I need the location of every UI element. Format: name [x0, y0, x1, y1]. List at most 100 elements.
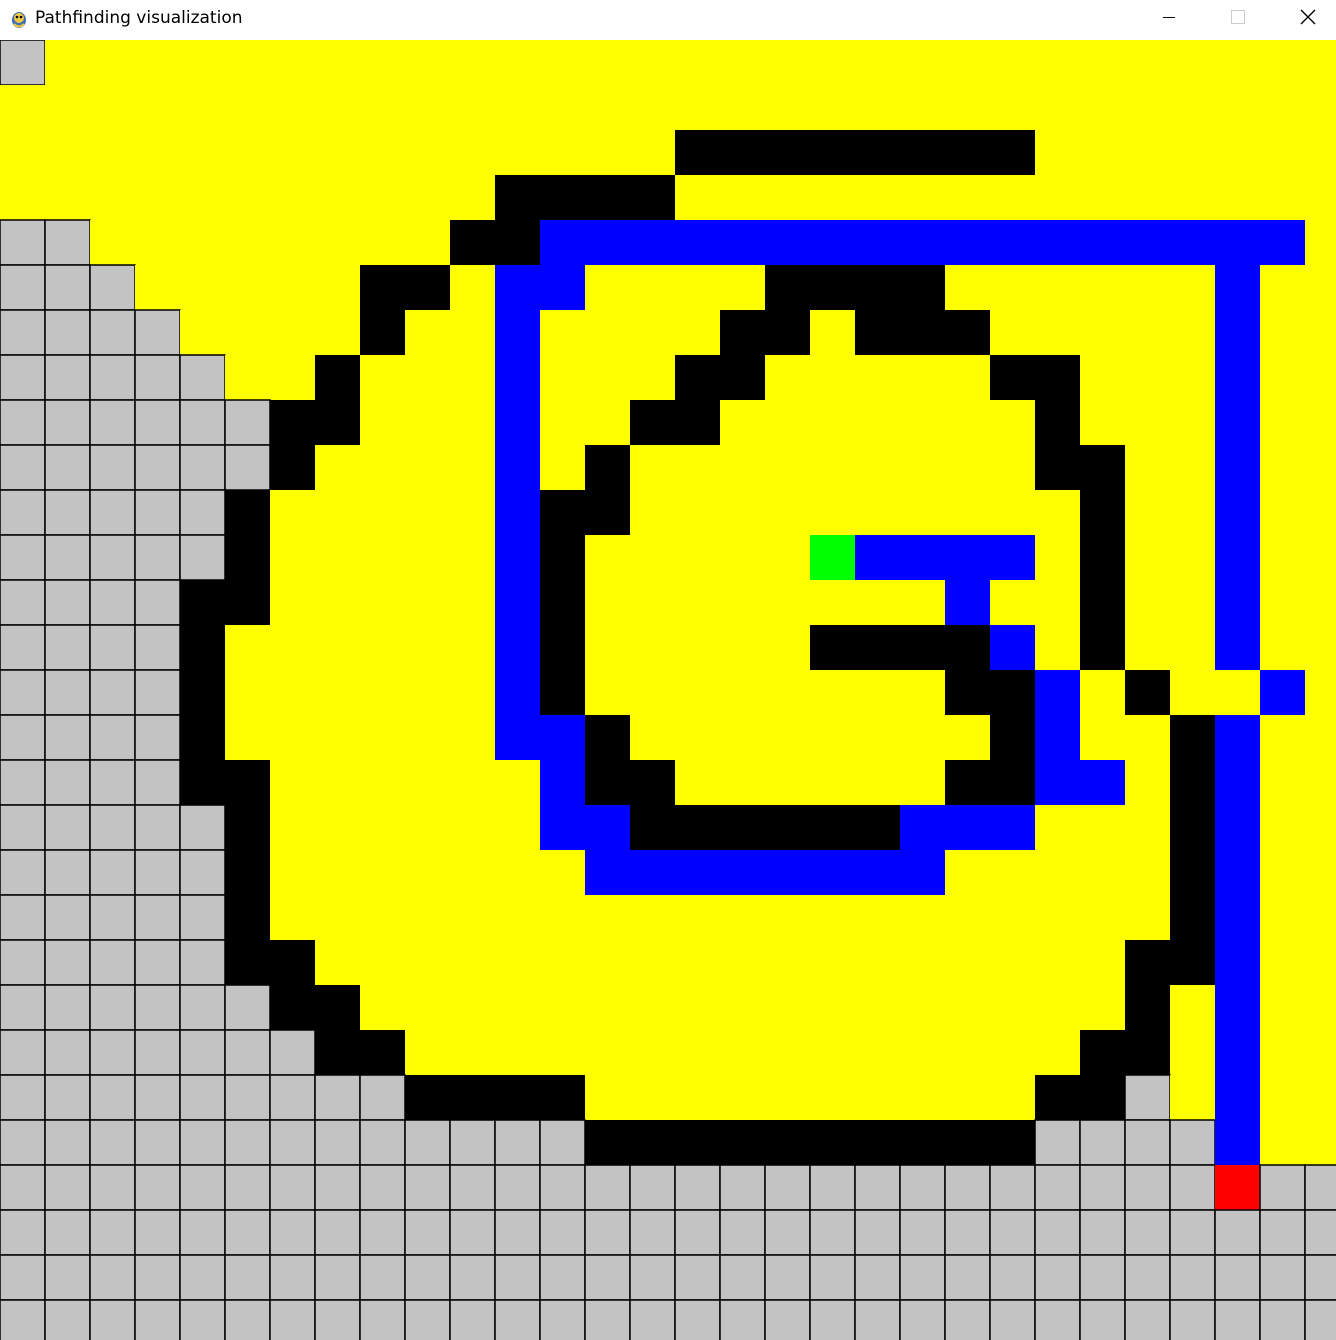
grid-cell-unvisited[interactable]	[89, 759, 136, 806]
grid-cell-wall[interactable]	[1080, 445, 1125, 490]
grid-cell-visited[interactable]	[315, 445, 360, 490]
grid-cell-visited[interactable]	[720, 400, 765, 445]
grid-cell-path[interactable]	[1080, 220, 1125, 265]
grid-cell-visited[interactable]	[405, 580, 450, 625]
grid-cell-visited[interactable]	[450, 265, 495, 310]
grid-cell-visited[interactable]	[405, 1030, 450, 1075]
grid-cell-visited[interactable]	[900, 400, 945, 445]
grid-cell-visited[interactable]	[720, 445, 765, 490]
grid-cell-unvisited[interactable]	[314, 1209, 361, 1256]
grid-cell-visited[interactable]	[90, 40, 135, 85]
grid-cell-visited[interactable]	[585, 130, 630, 175]
grid-cell-visited[interactable]	[630, 985, 675, 1030]
grid-cell-visited[interactable]	[900, 1030, 945, 1075]
grid-cell-visited[interactable]	[990, 85, 1035, 130]
grid-cell-unvisited[interactable]	[764, 1164, 811, 1211]
grid-cell-visited[interactable]	[810, 895, 855, 940]
grid-cell-wall[interactable]	[945, 130, 990, 175]
grid-cell-wall[interactable]	[225, 850, 270, 895]
grid-cell-visited[interactable]	[855, 445, 900, 490]
grid-cell-unvisited[interactable]	[44, 579, 91, 626]
grid-cell-visited[interactable]	[1035, 175, 1080, 220]
grid-cell-unvisited[interactable]	[44, 939, 91, 986]
grid-cell-wall[interactable]	[765, 265, 810, 310]
grid-cell-unvisited[interactable]	[764, 1254, 811, 1301]
grid-cell-visited[interactable]	[405, 400, 450, 445]
grid-cell-visited[interactable]	[315, 85, 360, 130]
grid-cell-visited[interactable]	[990, 1030, 1035, 1075]
grid-cell-unvisited[interactable]	[359, 1119, 406, 1166]
grid-cell-wall[interactable]	[1125, 985, 1170, 1030]
grid-cell-path[interactable]	[720, 850, 765, 895]
grid-cell-unvisited[interactable]	[899, 1254, 946, 1301]
grid-cell-unvisited[interactable]	[449, 1209, 496, 1256]
grid-cell-visited[interactable]	[1125, 445, 1170, 490]
grid-cell-path[interactable]	[540, 265, 585, 310]
grid-cell-visited[interactable]	[1080, 400, 1125, 445]
grid-cell-visited[interactable]	[585, 940, 630, 985]
grid-cell-visited[interactable]	[720, 85, 765, 130]
grid-cell-visited[interactable]	[765, 175, 810, 220]
grid-cell-visited[interactable]	[765, 760, 810, 805]
grid-cell-visited[interactable]	[585, 985, 630, 1030]
grid-cell-visited[interactable]	[315, 220, 360, 265]
grid-cell-unvisited[interactable]	[269, 1299, 316, 1340]
grid-cell-unvisited[interactable]	[224, 399, 271, 446]
grid-cell-wall[interactable]	[630, 1120, 675, 1165]
grid-cell-visited[interactable]	[135, 85, 180, 130]
grid-cell-visited[interactable]	[855, 715, 900, 760]
grid-cell-visited[interactable]	[270, 895, 315, 940]
grid-cell-unvisited[interactable]	[359, 1299, 406, 1340]
grid-cell-unvisited[interactable]	[989, 1254, 1036, 1301]
grid-cell-unvisited[interactable]	[449, 1299, 496, 1340]
grid-cell-wall[interactable]	[540, 535, 585, 580]
grid-cell-visited[interactable]	[1080, 265, 1125, 310]
grid-cell-wall[interactable]	[1080, 625, 1125, 670]
grid-cell-visited[interactable]	[1260, 445, 1305, 490]
grid-cell-wall[interactable]	[855, 265, 900, 310]
grid-cell-visited[interactable]	[585, 580, 630, 625]
grid-cell-unvisited[interactable]	[134, 1299, 181, 1340]
grid-cell-visited[interactable]	[360, 490, 405, 535]
grid-cell-visited[interactable]	[405, 130, 450, 175]
grid-cell-visited[interactable]	[360, 85, 405, 130]
grid-cell-unvisited[interactable]	[0, 759, 46, 806]
grid-cell-unvisited[interactable]	[44, 804, 91, 851]
grid-cell-visited[interactable]	[450, 1030, 495, 1075]
grid-cell-visited[interactable]	[765, 985, 810, 1030]
grid-cell-visited[interactable]	[540, 895, 585, 940]
grid-cell-visited[interactable]	[225, 175, 270, 220]
grid-cell-wall[interactable]	[990, 670, 1035, 715]
grid-cell-path[interactable]	[1125, 220, 1170, 265]
grid-cell-visited[interactable]	[1170, 85, 1215, 130]
grid-cell-unvisited[interactable]	[179, 894, 226, 941]
grid-cell-wall[interactable]	[225, 760, 270, 805]
grid-cell-wall[interactable]	[450, 220, 495, 265]
grid-cell-path[interactable]	[765, 850, 810, 895]
grid-cell-unvisited[interactable]	[179, 534, 226, 581]
grid-cell-path[interactable]	[1170, 220, 1215, 265]
grid-cell-wall[interactable]	[1170, 895, 1215, 940]
grid-cell-visited[interactable]	[1080, 940, 1125, 985]
grid-cell-visited[interactable]	[765, 715, 810, 760]
grid-cell-path[interactable]	[1215, 490, 1260, 535]
grid-cell-visited[interactable]	[1260, 355, 1305, 400]
grid-cell-unvisited[interactable]	[134, 489, 181, 536]
grid-cell-visited[interactable]	[0, 130, 45, 175]
grid-cell-visited[interactable]	[1260, 490, 1305, 535]
grid-cell-unvisited[interactable]	[89, 579, 136, 626]
grid-cell-visited[interactable]	[450, 850, 495, 895]
grid-cell-visited[interactable]	[765, 40, 810, 85]
grid-cell-visited[interactable]	[810, 40, 855, 85]
grid-cell-wall[interactable]	[765, 805, 810, 850]
grid-cell-visited[interactable]	[900, 85, 945, 130]
grid-cell-visited[interactable]	[540, 850, 585, 895]
grid-cell-unvisited[interactable]	[989, 1164, 1036, 1211]
grid-cell-visited[interactable]	[405, 985, 450, 1030]
grid-cell-visited[interactable]	[1305, 1030, 1336, 1075]
grid-cell-visited[interactable]	[1035, 940, 1080, 985]
grid-cell-visited[interactable]	[1035, 310, 1080, 355]
grid-cell-unvisited[interactable]	[1259, 1164, 1306, 1211]
grid-cell-visited[interactable]	[270, 310, 315, 355]
grid-cell-visited[interactable]	[900, 40, 945, 85]
